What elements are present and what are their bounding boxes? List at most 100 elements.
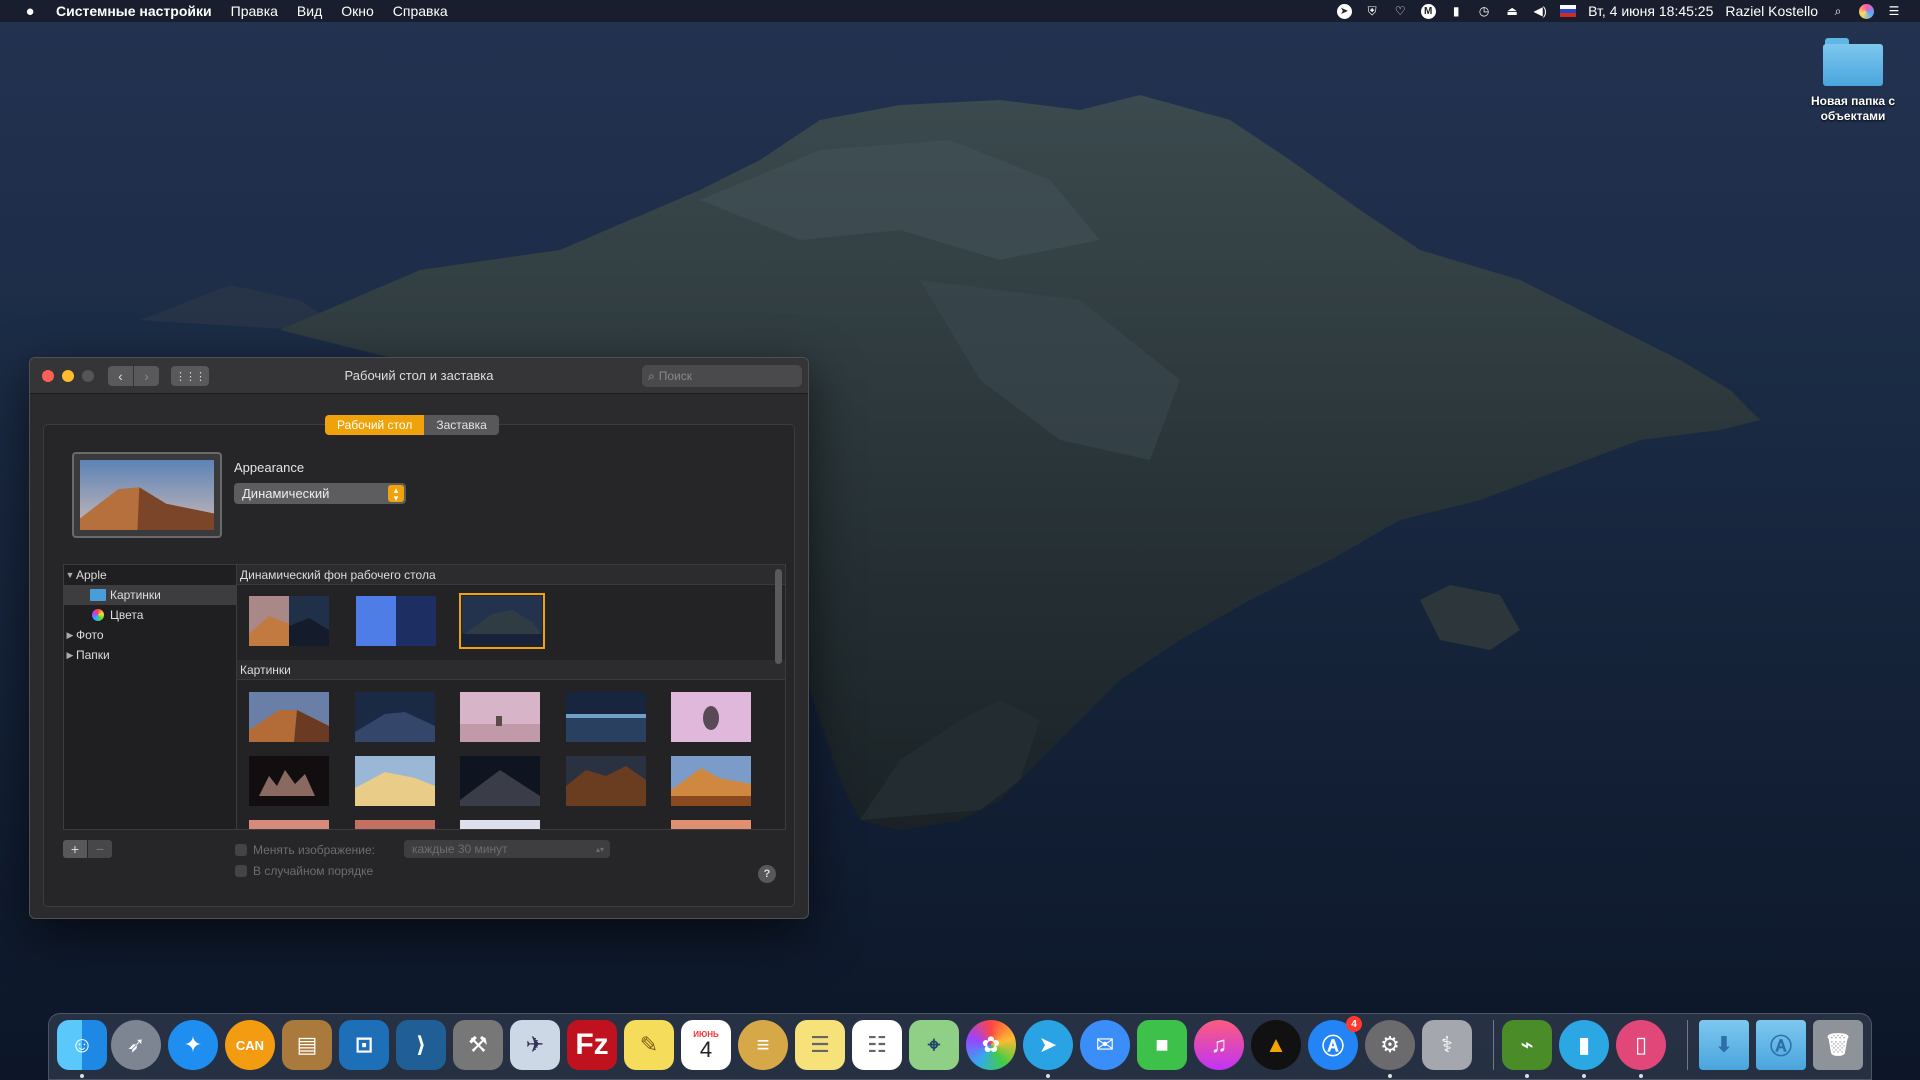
- downloads-folder-icon[interactable]: ⬇: [1699, 1020, 1749, 1070]
- usb-icon[interactable]: ⌁: [1502, 1020, 1552, 1070]
- menu-view[interactable]: Вид: [297, 3, 322, 19]
- notes-icon[interactable]: ☰: [795, 1020, 845, 1070]
- tool-icon[interactable]: ⚒: [453, 1020, 503, 1070]
- shield-check-icon[interactable]: ⛨: [1364, 3, 1380, 19]
- title-bar[interactable]: ‹ › ⋮⋮⋮ Рабочий стол и заставка ⌕ Поиск: [30, 358, 808, 394]
- shield-icon[interactable]: ♡: [1392, 3, 1408, 19]
- music-icon[interactable]: ♫: [1194, 1020, 1244, 1070]
- picture-thumb[interactable]: [249, 756, 329, 806]
- sidebar-item-folders[interactable]: ▶ Папки: [64, 645, 236, 665]
- zip-icon[interactable]: ▮: [1559, 1020, 1609, 1070]
- menu-user[interactable]: Raziel Kostello: [1725, 3, 1818, 19]
- rocket-icon[interactable]: ➶: [111, 1020, 161, 1070]
- eject-icon[interactable]: ⏏: [1504, 3, 1520, 19]
- filezilla-icon[interactable]: Fz: [567, 1020, 617, 1070]
- apps-folder-icon[interactable]: Ⓐ: [1756, 1020, 1806, 1070]
- sidebar-item-photos[interactable]: ▶ Фото: [64, 625, 236, 645]
- sidebar-item-pictures[interactable]: Картинки: [64, 585, 236, 605]
- picture-thumb[interactable]: [355, 692, 435, 742]
- sidebar-item-label: Папки: [76, 648, 110, 662]
- calendar-icon[interactable]: ИЮНЬ 4: [681, 1020, 731, 1070]
- picture-thumb[interactable]: [460, 692, 540, 742]
- tab-screensaver[interactable]: Заставка: [424, 415, 499, 435]
- triangle-icon[interactable]: ▲: [1251, 1020, 1301, 1070]
- bracket-icon[interactable]: ⊡: [339, 1020, 389, 1070]
- sidebar-item-label: Цвета: [110, 608, 144, 622]
- telegram-icon[interactable]: ➤: [1336, 3, 1352, 19]
- menu-window[interactable]: Окно: [341, 3, 374, 19]
- can-icon[interactable]: CAN: [225, 1020, 275, 1070]
- disk-icon[interactable]: ⚕: [1422, 1020, 1472, 1070]
- zip-pink-icon[interactable]: ▯: [1616, 1020, 1666, 1070]
- menu-datetime[interactable]: Вт, 4 июня 18:45:25: [1588, 3, 1713, 19]
- apple-menu-icon[interactable]: ●: [18, 3, 42, 20]
- random-order-checkbox[interactable]: [235, 865, 247, 877]
- reminders-icon[interactable]: ☷: [852, 1020, 902, 1070]
- flag-ru-icon[interactable]: [1560, 3, 1577, 19]
- battery-icon[interactable]: ▮: [1448, 3, 1464, 19]
- messages-icon[interactable]: ✉: [1080, 1020, 1130, 1070]
- database-icon[interactable]: ≡: [738, 1020, 788, 1070]
- volume-icon[interactable]: ◀): [1532, 3, 1548, 19]
- finder-icon[interactable]: ☺: [57, 1020, 107, 1070]
- picture-thumb[interactable]: [671, 820, 751, 830]
- interval-select[interactable]: каждые 30 минут ▴▾: [404, 840, 610, 858]
- running-indicator: [1525, 1074, 1529, 1078]
- picture-thumb[interactable]: [460, 756, 540, 806]
- scrollbar[interactable]: [775, 569, 782, 664]
- picture-thumb[interactable]: [355, 820, 435, 830]
- disclosure-closed-icon[interactable]: ▶: [64, 650, 76, 661]
- sidebar-item-colors[interactable]: Цвета: [64, 605, 236, 625]
- disclosure-closed-icon[interactable]: ▶: [64, 630, 76, 641]
- contacts-icon[interactable]: ▤: [282, 1020, 332, 1070]
- status-area: ➤ ⛨ ♡ M ▮ ◷ ⏏ ◀) Вт, 4 июня 18:45:25 Raz…: [1330, 0, 1908, 22]
- photos-icon[interactable]: ✿: [966, 1020, 1016, 1070]
- picture-thumb[interactable]: [671, 756, 751, 806]
- desktop-folder-label: Новая папка с объектами: [1810, 94, 1896, 123]
- code-icon[interactable]: ⟩: [396, 1020, 446, 1070]
- appstore-icon[interactable]: Ⓐ 4: [1308, 1016, 1362, 1070]
- sidebar-item-apple[interactable]: ▼ Apple: [64, 565, 236, 585]
- change-picture-checkbox[interactable]: [235, 844, 247, 856]
- appearance-label: Appearance: [234, 460, 305, 475]
- desktop-folder[interactable]: Новая папка с объектами: [1798, 36, 1908, 124]
- picture-thumb[interactable]: [249, 692, 329, 742]
- menu-app-name[interactable]: Системные настройки: [56, 3, 212, 19]
- disclosure-open-icon[interactable]: ▼: [64, 570, 76, 580]
- calendar-day: 4: [699, 1036, 713, 1062]
- siri-icon[interactable]: [1858, 3, 1874, 19]
- appearance-select[interactable]: Динамический ▴ ▾: [234, 483, 406, 504]
- dynamic-thumb-mojave[interactable]: [249, 596, 329, 646]
- picture-thumb[interactable]: [566, 756, 646, 806]
- remove-folder-button[interactable]: −: [88, 840, 112, 858]
- dock-separator: [1493, 1020, 1494, 1070]
- dock-separator: [1687, 1020, 1688, 1070]
- help-button[interactable]: ?: [758, 865, 776, 883]
- search-icon[interactable]: ⌕: [1830, 3, 1846, 19]
- list-icon[interactable]: ☰: [1886, 3, 1902, 19]
- sticky-icon[interactable]: ✎: [624, 1020, 674, 1070]
- folder-icon: [90, 589, 106, 601]
- telegram-icon[interactable]: ➤: [1023, 1020, 1073, 1070]
- menu-edit[interactable]: Правка: [231, 3, 278, 19]
- picture-thumb[interactable]: [671, 692, 751, 742]
- dynamic-thumb-solar[interactable]: [356, 596, 436, 646]
- picture-thumb[interactable]: [355, 756, 435, 806]
- trash-icon[interactable]: 🗑: [1813, 1020, 1863, 1070]
- preview-icon[interactable]: ✈: [510, 1020, 560, 1070]
- facetime-icon[interactable]: ■: [1137, 1020, 1187, 1070]
- tab-desktop[interactable]: Рабочий стол: [325, 415, 425, 435]
- compass-icon[interactable]: ✦: [168, 1020, 218, 1070]
- mojave-dune-image: [80, 460, 214, 530]
- m-circle-icon[interactable]: M: [1420, 3, 1436, 19]
- gear-icon[interactable]: ⚙: [1365, 1020, 1415, 1070]
- time-machine-icon[interactable]: ◷: [1476, 3, 1492, 19]
- menu-help[interactable]: Справка: [393, 3, 448, 19]
- search-input[interactable]: ⌕ Поиск: [642, 365, 802, 387]
- add-folder-button[interactable]: +: [63, 840, 87, 858]
- picture-thumb[interactable]: [566, 692, 646, 742]
- maps-icon[interactable]: ⌖: [909, 1020, 959, 1070]
- picture-thumb[interactable]: [460, 820, 540, 830]
- dynamic-thumb-catalina[interactable]: [459, 593, 545, 649]
- picture-thumb[interactable]: [249, 820, 329, 830]
